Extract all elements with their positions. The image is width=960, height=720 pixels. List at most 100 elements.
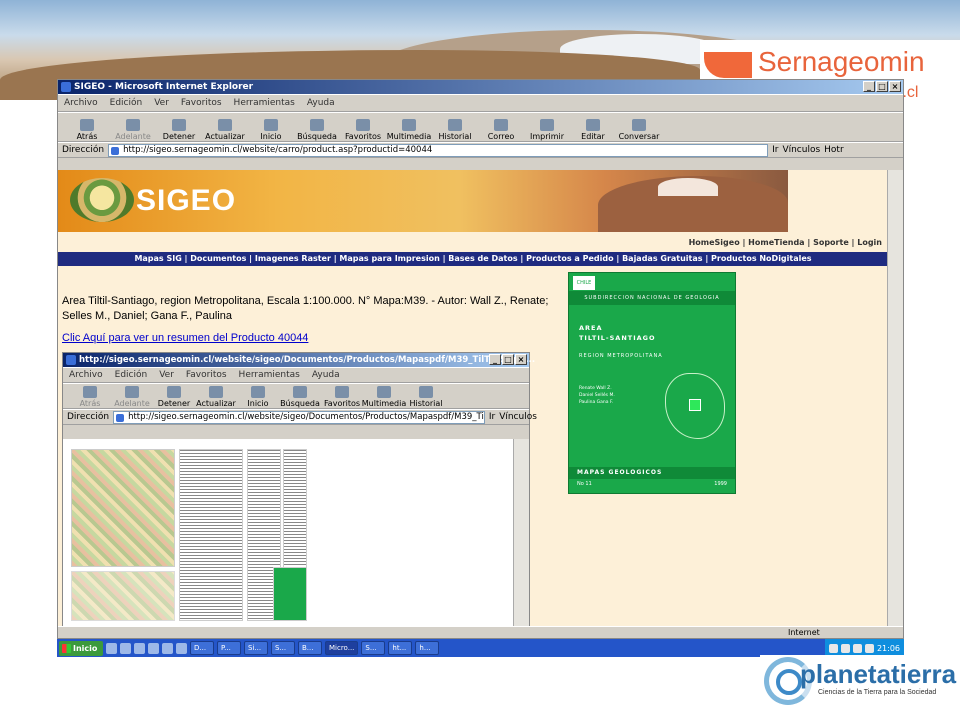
sigeo-wordmark: SIGEO xyxy=(136,184,237,217)
discuss-icon xyxy=(632,119,646,131)
task-item[interactable]: P... xyxy=(217,641,241,655)
inner-media-button[interactable]: Multimedia xyxy=(362,384,406,408)
menu-ver[interactable]: Ver xyxy=(154,98,169,108)
word-icon[interactable] xyxy=(162,642,173,654)
task-item[interactable]: S... xyxy=(361,641,386,655)
inner-go-button[interactable]: Ir xyxy=(489,412,495,422)
sernageomin-mark-icon xyxy=(704,52,752,78)
favorites-button[interactable]: Favoritos xyxy=(342,113,384,141)
vertical-scrollbar[interactable] xyxy=(887,170,903,630)
inner-vertical-scrollbar[interactable] xyxy=(513,439,529,630)
ie-icon xyxy=(61,82,71,92)
task-item[interactable]: Si... xyxy=(244,641,268,655)
links-label[interactable]: Vínculos xyxy=(782,145,820,155)
map-cover-image[interactable]: CHILE SUBDIRECCION NACIONAL DE GEOLOGIA … xyxy=(568,272,736,494)
inner-minimize-button[interactable]: _ xyxy=(489,354,501,365)
inner-menu-edicion[interactable]: Edición xyxy=(115,370,148,380)
stop-button[interactable]: Detener xyxy=(158,113,200,141)
stop-icon xyxy=(167,386,181,398)
search-icon xyxy=(293,386,307,398)
inner-back-button[interactable]: Atrás xyxy=(71,384,109,408)
inner-menu-ver[interactable]: Ver xyxy=(159,370,174,380)
task-item-active[interactable]: Micro... xyxy=(325,641,359,655)
discuss-button[interactable]: Conversar xyxy=(618,113,660,141)
go-button[interactable]: Ir xyxy=(772,145,778,155)
top-links[interactable]: HomeSigeo | HomeTienda | Soporte | Login xyxy=(58,238,888,250)
inner-ie-window: http://sigeo.sernageomin.cl/website/sige… xyxy=(62,352,537,630)
inner-favorites-button[interactable]: Favoritos xyxy=(323,384,361,408)
home-button[interactable]: Inicio xyxy=(250,113,292,141)
history-icon xyxy=(419,386,433,398)
inner-refresh-button[interactable]: Actualizar xyxy=(196,384,236,408)
back-icon xyxy=(80,119,94,131)
home-icon xyxy=(251,386,265,398)
tray-icon[interactable] xyxy=(828,643,838,653)
menu-herramientas[interactable]: Herramientas xyxy=(234,98,295,108)
refresh-button[interactable]: Actualizar xyxy=(204,113,246,141)
back-button[interactable]: Atrás xyxy=(66,113,108,141)
menu-favoritos[interactable]: Favoritos xyxy=(181,98,222,108)
inner-address-input[interactable]: http://sigeo.sernageomin.cl/website/sige… xyxy=(113,410,485,424)
cover-footer: MAPAS GEOLOGICOS xyxy=(569,467,735,479)
messenger-icon[interactable] xyxy=(176,642,187,654)
menu-edicion[interactable]: Edición xyxy=(110,98,143,108)
address-input[interactable]: http://sigeo.sernageomin.cl/website/carr… xyxy=(108,143,769,157)
planetatierra-tagline: Ciencias de la Tierra para la Sociedad xyxy=(818,689,937,696)
media-button[interactable]: Multimedia xyxy=(387,113,431,141)
planetatierra-wordmark: planetatierra xyxy=(800,659,957,689)
maximize-button[interactable]: □ xyxy=(876,81,888,92)
menu-archivo[interactable]: Archivo xyxy=(64,98,98,108)
task-item[interactable]: D... xyxy=(190,641,214,655)
desktop-icon[interactable] xyxy=(106,642,117,654)
inner-maximize-button[interactable]: □ xyxy=(502,354,514,365)
task-item[interactable]: ht... xyxy=(388,641,413,655)
task-item[interactable]: h... xyxy=(415,641,440,655)
tray-icon[interactable] xyxy=(840,643,850,653)
excel-icon[interactable] xyxy=(148,642,159,654)
inner-menu-archivo[interactable]: Archivo xyxy=(69,370,103,380)
inner-ie-icon xyxy=(66,355,76,365)
forward-icon xyxy=(125,386,139,398)
task-item[interactable]: S... xyxy=(271,641,295,655)
globe-inner-icon xyxy=(776,669,802,695)
address-label: Dirección xyxy=(62,145,105,155)
cover-year: 1999 xyxy=(714,481,727,487)
links-item[interactable]: Hotr xyxy=(824,145,844,155)
search-button[interactable]: Búsqueda xyxy=(296,113,338,141)
forward-icon xyxy=(126,119,140,131)
inner-history-button[interactable]: Historial xyxy=(407,384,445,408)
outlook-icon[interactable] xyxy=(134,642,145,654)
planetatierra-logo: planetatierra Ciencias de la Tierra para… xyxy=(760,655,960,720)
inner-search-button[interactable]: Búsqueda xyxy=(280,384,320,408)
menu-ayuda[interactable]: Ayuda xyxy=(307,98,335,108)
close-button[interactable]: × xyxy=(889,81,901,92)
tray-icon[interactable] xyxy=(864,643,874,653)
forward-button[interactable]: Adelante xyxy=(112,113,154,141)
status-zone: Internet xyxy=(788,628,820,637)
sernageomin-wordmark: Sernageomin xyxy=(758,46,925,77)
mail-button[interactable]: Correo xyxy=(480,113,522,141)
ie-quicklaunch-icon[interactable] xyxy=(120,642,131,654)
inner-links-label[interactable]: Vínculos xyxy=(499,412,537,422)
inner-home-button[interactable]: Inicio xyxy=(239,384,277,408)
task-item[interactable]: B... xyxy=(298,641,322,655)
inner-menu-herramientas[interactable]: Herramientas xyxy=(239,370,300,380)
inner-menu-ayuda[interactable]: Ayuda xyxy=(312,370,340,380)
inner-forward-button[interactable]: Adelante xyxy=(113,384,151,408)
home-icon xyxy=(264,119,278,131)
history-button[interactable]: Historial xyxy=(434,113,476,141)
tray-icon[interactable] xyxy=(852,643,862,653)
inner-close-button[interactable]: × xyxy=(515,354,527,365)
edit-button[interactable]: Editar xyxy=(572,113,614,141)
clock[interactable]: 21:06 xyxy=(877,644,900,653)
minimize-button[interactable]: _ xyxy=(863,81,875,92)
product-summary-link[interactable]: Clic Aquí para ver un resumen del Produc… xyxy=(62,332,308,344)
main-nav[interactable]: Mapas SIG | Documentos | Imagenes Raster… xyxy=(58,252,888,266)
print-button[interactable]: Imprimir xyxy=(526,113,568,141)
inner-menu-favoritos[interactable]: Favoritos xyxy=(186,370,227,380)
inner-stop-button[interactable]: Detener xyxy=(155,384,193,408)
print-icon xyxy=(540,119,554,131)
start-button[interactable]: Inicio xyxy=(59,640,103,656)
pdf-viewer[interactable] xyxy=(63,439,515,630)
cover-authors: Renate Wall Z. Daniel Sellés M. Paulina … xyxy=(579,386,615,405)
